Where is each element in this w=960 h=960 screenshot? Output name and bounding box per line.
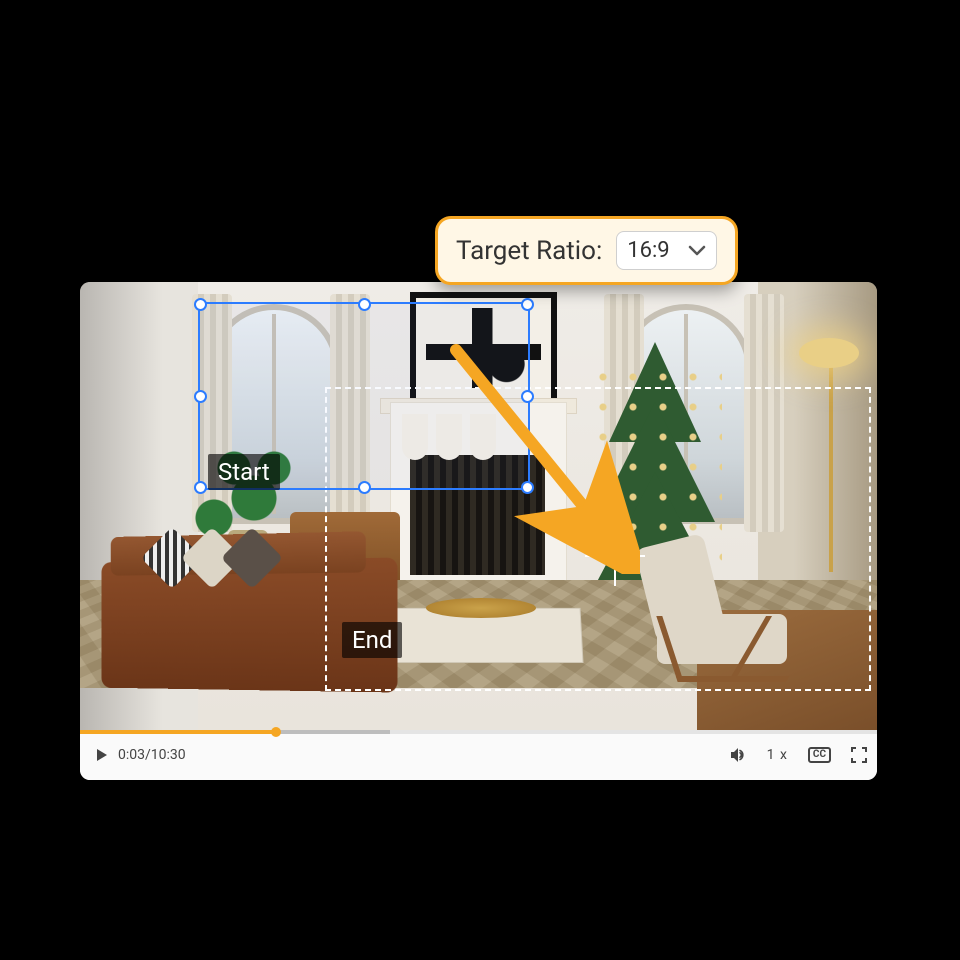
player-controls: 0:03 / 10:30 1 x CC (80, 730, 877, 780)
volume-button[interactable] (729, 746, 747, 764)
resize-handle-tr[interactable] (521, 298, 534, 311)
video-viewport[interactable]: Start End (80, 282, 877, 730)
playback-speed-button[interactable]: 1 x (767, 747, 788, 763)
resize-handle-tl[interactable] (194, 298, 207, 311)
resize-handle-ml[interactable] (194, 390, 207, 403)
volume-icon (729, 746, 747, 764)
seek-knob[interactable] (271, 727, 281, 737)
video-player: Start End 0:03 / 10:30 1 x CC (80, 282, 877, 780)
fullscreen-button[interactable] (851, 747, 867, 763)
target-ratio-panel: Target Ratio: 16:9 (435, 216, 738, 285)
time-current: 0:03 (118, 747, 145, 763)
resize-handle-tm[interactable] (358, 298, 371, 311)
target-ratio-select[interactable]: 16:9 (616, 231, 716, 270)
target-ratio-value: 16:9 (627, 238, 669, 263)
play-button[interactable] (94, 747, 110, 763)
crop-start-label: Start (208, 454, 280, 490)
time-duration: 10:30 (151, 747, 186, 763)
fullscreen-icon (851, 747, 867, 763)
resize-handle-mr[interactable] (521, 390, 534, 403)
captions-button[interactable]: CC (808, 747, 831, 763)
resize-handle-bl[interactable] (194, 481, 207, 494)
seek-bar[interactable] (80, 730, 877, 734)
target-ratio-label: Target Ratio: (456, 236, 602, 266)
play-icon (94, 747, 110, 763)
crop-end-label: End (342, 622, 402, 658)
resize-handle-br[interactable] (521, 481, 534, 494)
chevron-down-icon (688, 245, 706, 257)
resize-handle-bm[interactable] (358, 481, 371, 494)
